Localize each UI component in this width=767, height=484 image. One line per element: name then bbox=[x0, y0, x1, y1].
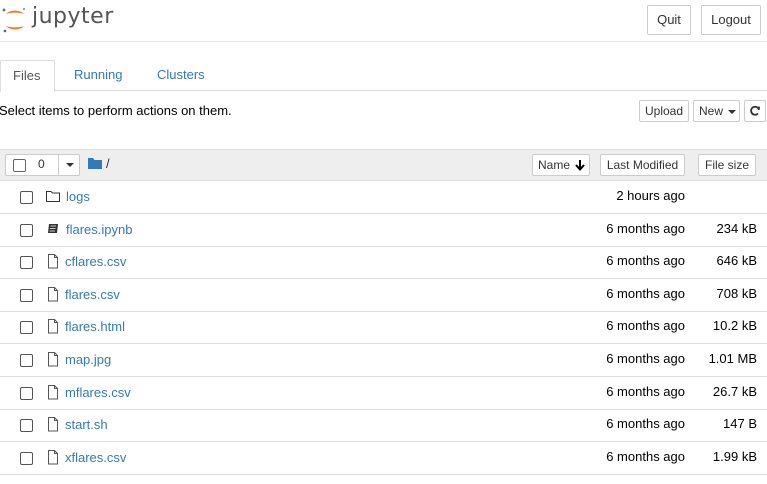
notebook-icon bbox=[48, 223, 58, 233]
file-icon bbox=[48, 449, 58, 465]
sort-by-modified-button[interactable]: Last Modified bbox=[600, 154, 685, 176]
modified-time: 6 months ago bbox=[606, 253, 685, 269]
file-row[interactable]: flares.ipynb 6 months ago 234 kB bbox=[0, 214, 767, 247]
file-name-link[interactable]: xflares.csv bbox=[65, 450, 126, 465]
file-size: 26.7 kB bbox=[712, 383, 757, 399]
file-list-header: 0 / Name Last Modified File size bbox=[0, 149, 767, 181]
modified-time: 6 months ago bbox=[606, 448, 685, 464]
file-name-link[interactable]: flares.ipynb bbox=[66, 222, 132, 237]
select-menu-button[interactable] bbox=[59, 155, 80, 175]
file-size: 234 kB bbox=[716, 220, 757, 236]
new-dropdown-button[interactable]: New bbox=[693, 100, 740, 122]
tab-clusters[interactable]: Clusters bbox=[144, 60, 218, 91]
caret-down-icon bbox=[66, 163, 74, 167]
file-row[interactable]: flares.html 6 months ago 10.2 kB bbox=[0, 311, 767, 345]
row-checkbox[interactable] bbox=[20, 288, 33, 302]
folder-icon bbox=[46, 191, 60, 202]
file-size: 1.99 kB bbox=[712, 448, 757, 464]
file-name-link[interactable]: map.jpg bbox=[65, 352, 111, 367]
sort-by-size-button[interactable]: File size bbox=[698, 154, 756, 176]
refresh-button[interactable] bbox=[744, 100, 766, 122]
arrow-down-icon bbox=[575, 160, 585, 171]
modified-time: 6 months ago bbox=[606, 416, 685, 432]
file-row[interactable]: map.jpg 6 months ago 1.01 MB bbox=[0, 344, 767, 377]
file-size: 708 kB bbox=[716, 285, 757, 301]
file-name-link[interactable]: cflares.csv bbox=[65, 254, 126, 269]
file-icon bbox=[48, 352, 58, 367]
caret-down-icon bbox=[728, 110, 736, 114]
row-checkbox[interactable] bbox=[20, 419, 33, 433]
selection-message: Select items to perform actions on them. bbox=[0, 103, 232, 118]
header-bar: jupyter Quit Logout bbox=[0, 0, 767, 42]
row-checkbox[interactable] bbox=[20, 354, 33, 367]
file-name-link[interactable]: mflares.csv bbox=[65, 385, 131, 400]
refresh-icon bbox=[750, 105, 760, 116]
file-size: 10.2 kB bbox=[712, 318, 757, 334]
file-icon bbox=[48, 286, 58, 302]
quit-button[interactable]: Quit bbox=[647, 5, 691, 35]
select-all-group: 0 bbox=[5, 154, 80, 176]
tab-bar: Files Running Clusters bbox=[0, 60, 767, 92]
breadcrumb-path[interactable]: / bbox=[106, 156, 110, 171]
name-header-label: Name bbox=[538, 158, 571, 172]
file-icon bbox=[48, 254, 58, 269]
modified-time: 6 months ago bbox=[606, 351, 685, 366]
file-name-link[interactable]: logs bbox=[66, 189, 90, 204]
file-icon bbox=[48, 319, 58, 334]
file-size: 646 kB bbox=[716, 253, 757, 269]
file-icon bbox=[48, 417, 58, 432]
file-size: 147 B bbox=[723, 416, 757, 432]
folder-icon[interactable] bbox=[88, 157, 102, 169]
file-row[interactable]: mflares.csv 6 months ago 26.7 kB bbox=[0, 377, 767, 410]
new-label: New bbox=[699, 104, 724, 118]
tab-running[interactable]: Running bbox=[61, 60, 135, 91]
sort-by-name-button[interactable]: Name bbox=[532, 154, 590, 176]
file-size: 1.01 MB bbox=[708, 351, 757, 366]
upload-button[interactable]: Upload bbox=[639, 100, 689, 122]
file-row[interactable]: cflares.csv 6 months ago 646 kB bbox=[0, 246, 767, 280]
modified-time: 6 months ago bbox=[606, 318, 685, 334]
file-name-link[interactable]: start.sh bbox=[65, 417, 108, 432]
file-row[interactable]: start.sh 6 months ago 147 B bbox=[0, 409, 767, 443]
jupyter-logo-icon[interactable] bbox=[0, 6, 30, 34]
file-name-link[interactable]: flares.csv bbox=[65, 287, 120, 302]
row-checkbox[interactable] bbox=[20, 386, 33, 400]
modified-time: 2 hours ago bbox=[616, 188, 685, 203]
file-row[interactable]: flares.csv 6 months ago 708 kB bbox=[0, 279, 767, 312]
tab-files[interactable]: Files bbox=[0, 60, 56, 92]
selected-count: 0 bbox=[38, 157, 45, 171]
logout-button[interactable]: Logout bbox=[701, 5, 761, 35]
file-name-link[interactable]: flares.html bbox=[65, 319, 125, 334]
row-checkbox[interactable] bbox=[20, 451, 33, 465]
modified-time: 6 months ago bbox=[606, 220, 685, 236]
modified-time: 6 months ago bbox=[606, 285, 685, 301]
row-checkbox[interactable] bbox=[20, 321, 33, 335]
row-checkbox[interactable] bbox=[20, 256, 33, 270]
select-all-checkbox[interactable] bbox=[13, 159, 26, 172]
modified-time: 6 months ago bbox=[606, 383, 685, 399]
file-row[interactable]: logs 2 hours ago bbox=[0, 181, 767, 214]
logo-text: jupyter bbox=[32, 4, 114, 29]
row-checkbox[interactable] bbox=[20, 223, 33, 237]
row-checkbox[interactable] bbox=[20, 191, 33, 204]
file-icon bbox=[48, 384, 58, 400]
file-row[interactable]: xflares.csv 6 months ago 1.99 kB bbox=[0, 442, 767, 475]
